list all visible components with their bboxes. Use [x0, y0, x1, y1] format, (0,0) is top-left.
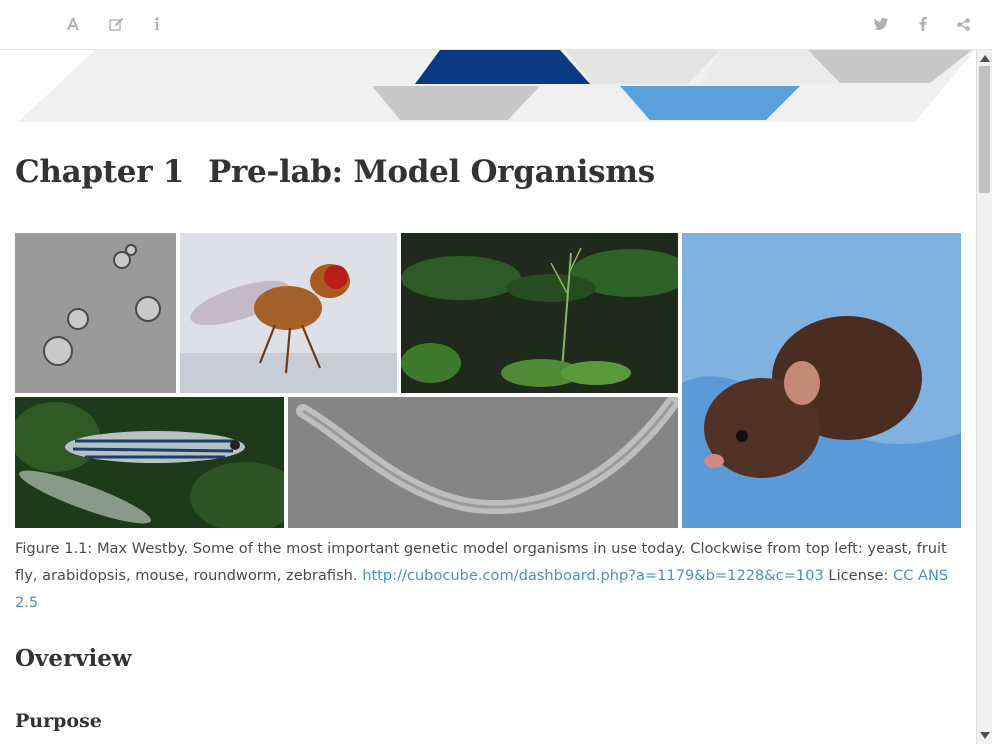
purpose-heading: Purpose: [15, 710, 102, 732]
edit-button[interactable]: [103, 12, 129, 36]
roundworm-image: [288, 397, 678, 528]
mouse-image: [682, 233, 961, 528]
chapter-name: Pre-lab: Model Organisms: [208, 154, 655, 190]
zebrafish-image: [15, 397, 284, 528]
yeast-image: [15, 233, 176, 393]
edit-icon: [108, 17, 124, 31]
scrollbar-thumb[interactable]: [979, 66, 990, 193]
scroll-down-arrow-icon[interactable]: [980, 732, 990, 739]
chapter-title: Chapter 1 Pre-lab: Model Organisms: [15, 154, 655, 190]
overview-heading: Overview: [15, 645, 132, 672]
license-label: License:: [823, 567, 894, 584]
model-organisms-figure: [15, 233, 961, 528]
info-button[interactable]: [144, 12, 170, 36]
font-settings-icon: [66, 17, 80, 31]
twitter-icon: [874, 18, 888, 30]
twitter-share-button[interactable]: [868, 12, 894, 36]
share-icon: [956, 17, 970, 31]
arabidopsis-image: [401, 233, 678, 393]
chapter-number: Chapter 1: [15, 154, 185, 190]
facebook-share-button[interactable]: [910, 12, 936, 36]
book-content: Chapter 1 Pre-lab: Model Organisms Figur…: [0, 50, 976, 744]
font-settings-button[interactable]: [60, 12, 86, 36]
source-link[interactable]: http://cubocube.com/dashboard.php?a=1179…: [362, 567, 824, 584]
book-toolbar: [0, 0, 992, 50]
chapter-banner: [18, 50, 975, 122]
facebook-icon: [919, 17, 927, 31]
figure-caption: Figure 1.1: Max Westby. Some of the most…: [15, 535, 961, 616]
vertical-scrollbar[interactable]: [976, 50, 992, 744]
scroll-up-arrow-icon[interactable]: [980, 55, 990, 62]
fruit-fly-image: [180, 233, 397, 393]
info-icon: [154, 17, 160, 31]
share-button[interactable]: [950, 12, 976, 36]
